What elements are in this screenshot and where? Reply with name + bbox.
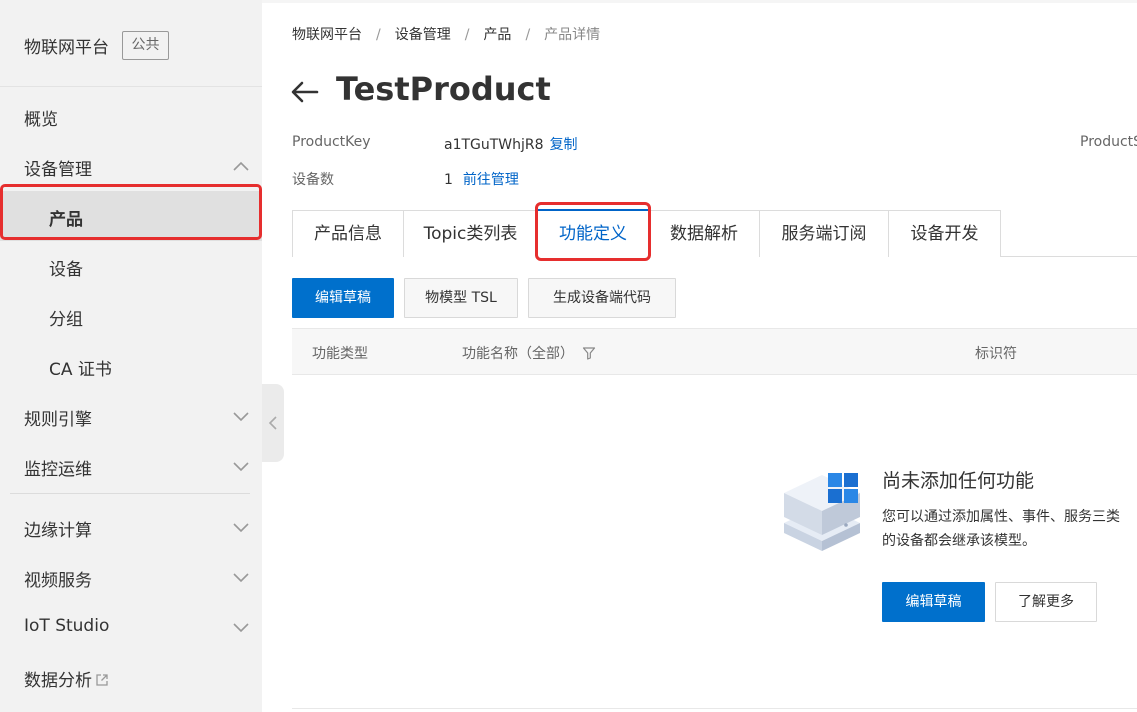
column-function-type: 功能类型 [312, 346, 368, 362]
breadcrumb-separator: / [464, 27, 470, 43]
sidebar-item-data-analysis[interactable]: 数据分析 [0, 652, 262, 702]
tab-server-subscription[interactable]: 服务端订阅 [759, 210, 889, 257]
tab-topic-list[interactable]: Topic类列表 [403, 210, 538, 257]
filter-icon[interactable] [582, 346, 596, 360]
sidebar-item-label: 数据分析 [24, 666, 109, 691]
learn-more-button[interactable]: 了解更多 [995, 582, 1097, 622]
breadcrumb-separator: / [376, 27, 381, 43]
breadcrumb-item-platform[interactable]: 物联网平台 [292, 27, 362, 43]
content-bottom-border [292, 708, 1137, 709]
back-arrow-icon[interactable] [290, 80, 320, 104]
column-function-name[interactable]: 功能名称（全部） [462, 343, 596, 363]
sidebar-item-label: 分组 [49, 310, 83, 330]
sidebar-item-label: 设备管理 [24, 160, 92, 180]
sidebar-item-label: 设备 [49, 260, 83, 280]
product-key-label: ProductKey [292, 134, 371, 150]
chevron-left-icon [268, 416, 277, 430]
sidebar-item-label: 规则引擎 [24, 410, 92, 430]
page-title: TestProduct [336, 70, 551, 108]
generate-code-button[interactable]: 生成设备端代码 [528, 278, 676, 318]
product-key-row: a1TGuTWhjR8 复制 [444, 134, 578, 154]
sidebar-item-label: 视频服务 [24, 571, 92, 591]
sidebar: 物联网平台 公共 概览 设备管理 产品 设备 分组 CA 证书 规则引擎 监控运… [0, 0, 262, 712]
sidebar-divider [10, 493, 250, 494]
empty-state-desc-line1: 您可以通过添加属性、事件、服务三类 [882, 509, 1120, 525]
sidebar-item-text: 数据分析 [24, 671, 92, 691]
sidebar-item-overview[interactable]: 概览 [0, 91, 262, 141]
chevron-down-icon [233, 573, 249, 583]
external-link-icon [96, 674, 108, 686]
sidebar-item-rule-engine[interactable]: 规则引擎 [0, 391, 262, 441]
breadcrumb-separator: / [525, 27, 531, 43]
device-count-label: 设备数 [292, 172, 334, 188]
column-function-name-label: 功能名称（全部） [462, 346, 574, 362]
product-key-value: a1TGuTWhjR8 [444, 137, 544, 153]
table-header: 功能类型 功能名称（全部） 标识符 [292, 328, 1137, 375]
sidebar-item-video-service[interactable]: 视频服务 [0, 552, 262, 602]
edit-draft-button[interactable]: 编辑草稿 [292, 278, 394, 318]
sidebar-item-label: 监控运维 [24, 460, 92, 480]
breadcrumb: 物联网平台 / 设备管理 / 产品 / 产品详情 [292, 24, 600, 44]
empty-state-desc-line2: 的设备都会继承该模型。 [882, 533, 1036, 549]
sidebar-item-edge-computing[interactable]: 边缘计算 [0, 502, 262, 552]
highlight-box-product [0, 184, 262, 240]
empty-state-title: 尚未添加任何功能 [882, 470, 1035, 492]
breadcrumb-item-product-detail: 产品详情 [544, 27, 601, 43]
highlight-box-function-tab [535, 202, 651, 261]
copy-link[interactable]: 复制 [550, 137, 578, 153]
sidebar-item-label: CA 证书 [49, 360, 112, 380]
empty-box-illustration [784, 473, 860, 551]
tab-device-development[interactable]: 设备开发 [888, 210, 1001, 257]
sidebar-header: 物联网平台 公共 [0, 3, 262, 87]
device-count-value: 1 [444, 172, 453, 188]
platform-title: 物联网平台 [24, 38, 109, 58]
sidebar-item-label: 边缘计算 [24, 521, 92, 541]
sidebar-collapse-handle[interactable] [262, 384, 284, 462]
device-count-row: 1 前往管理 [444, 169, 519, 189]
chevron-down-icon [233, 623, 249, 633]
tsl-button[interactable]: 物模型 TSL [404, 278, 518, 318]
chevron-up-icon [233, 161, 249, 171]
chevron-down-icon [233, 462, 249, 472]
empty-edit-draft-button[interactable]: 编辑草稿 [882, 582, 985, 622]
sidebar-item-group[interactable]: 分组 [0, 291, 262, 341]
tab-product-info[interactable]: 产品信息 [292, 210, 404, 257]
chevron-down-icon [233, 523, 249, 533]
manage-devices-link[interactable]: 前往管理 [463, 172, 519, 188]
region-badge[interactable]: 公共 [122, 31, 169, 60]
sidebar-item-device[interactable]: 设备 [0, 241, 262, 291]
chevron-down-icon [233, 412, 249, 422]
sidebar-item-label: 概览 [24, 110, 58, 130]
breadcrumb-item-device-management[interactable]: 设备管理 [395, 27, 451, 43]
sidebar-item-monitoring[interactable]: 监控运维 [0, 441, 262, 491]
sidebar-item-iot-studio[interactable]: IoT Studio [0, 602, 262, 652]
product-secret-label: ProductS [1080, 134, 1137, 150]
breadcrumb-item-product[interactable]: 产品 [483, 27, 511, 43]
tab-data-parsing[interactable]: 数据解析 [648, 210, 760, 257]
empty-state-description: 您可以通过添加属性、事件、服务三类 的设备都会继承该模型。 [882, 505, 1137, 553]
sidebar-item-label: IoT Studio [24, 616, 110, 636]
sidebar-item-ca-cert[interactable]: CA 证书 [0, 341, 262, 391]
column-identifier: 标识符 [975, 346, 1017, 362]
